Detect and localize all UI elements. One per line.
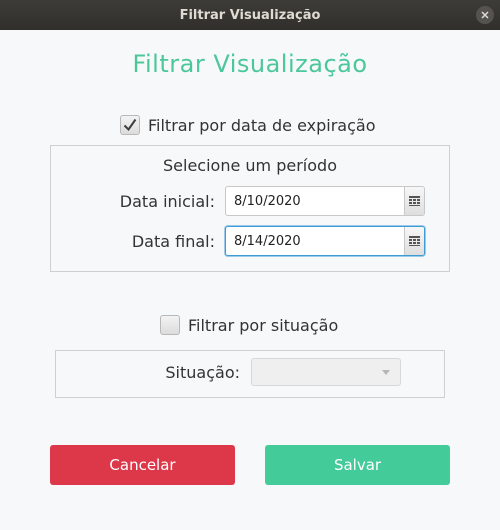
chevron-down-icon	[382, 370, 390, 375]
window-title: Filtrar Visualização	[179, 7, 321, 23]
date-filter-label: Filtrar por data de expiração	[148, 115, 376, 135]
calendar-icon	[409, 196, 420, 206]
date-range-panel: Selecione um período Data inicial: Data …	[50, 145, 450, 272]
end-date-calendar-button[interactable]	[404, 227, 424, 255]
period-title: Selecione um período	[163, 156, 337, 175]
calendar-icon	[409, 236, 420, 246]
start-date-picker	[225, 186, 425, 216]
start-date-label: Data inicial:	[119, 192, 215, 211]
window-titlebar: Filtrar Visualização	[0, 0, 500, 30]
date-filter-toggle[interactable]: Filtrar por data de expiração	[120, 115, 375, 135]
start-date-input[interactable]	[226, 187, 404, 215]
start-date-calendar-button[interactable]	[404, 187, 424, 215]
close-button[interactable]	[476, 6, 494, 24]
date-filter-checkbox[interactable]	[120, 115, 140, 135]
status-filter-label: Filtrar por situação	[188, 315, 339, 335]
situation-select[interactable]	[251, 358, 401, 386]
save-button[interactable]: Salvar	[265, 445, 450, 485]
page-title: Filtrar Visualização	[132, 50, 368, 78]
end-date-label: Data final:	[131, 232, 215, 251]
status-filter-toggle[interactable]: Filtrar por situação	[160, 315, 338, 335]
status-filter-checkbox[interactable]	[160, 315, 180, 335]
checkmark-icon	[123, 118, 137, 132]
end-date-input[interactable]	[226, 227, 404, 255]
situation-label: Situação:	[165, 363, 240, 382]
cancel-button[interactable]: Cancelar	[50, 445, 235, 485]
close-icon	[481, 11, 489, 19]
situation-panel: Situação:	[55, 350, 445, 398]
end-date-picker	[225, 226, 425, 256]
